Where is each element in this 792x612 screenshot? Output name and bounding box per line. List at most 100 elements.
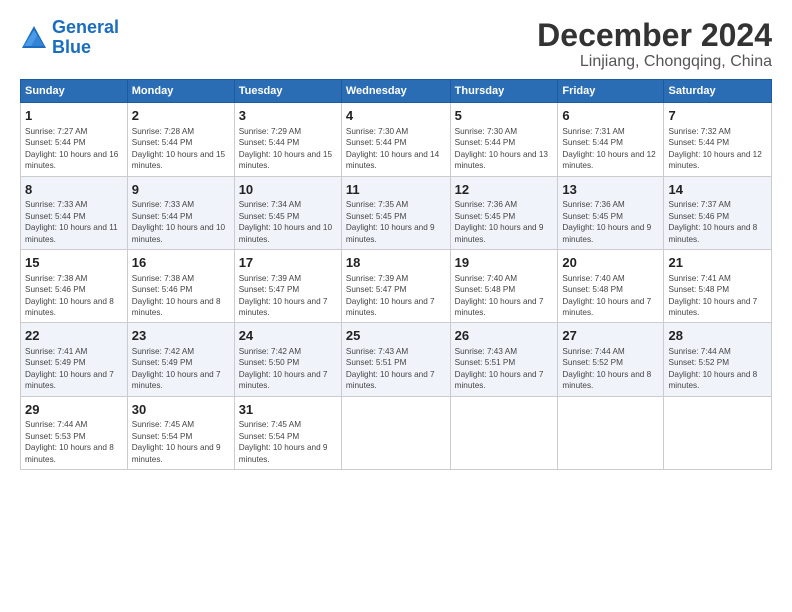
table-cell: 30Sunrise: 7:45 AMSunset: 5:54 PMDayligh… xyxy=(127,396,234,469)
day-number: 13 xyxy=(562,181,659,199)
day-info: Sunrise: 7:39 AMSunset: 5:47 PMDaylight:… xyxy=(346,274,435,317)
day-number: 4 xyxy=(346,107,446,125)
day-info: Sunrise: 7:28 AMSunset: 5:44 PMDaylight:… xyxy=(132,127,225,170)
header-thursday: Thursday xyxy=(450,80,558,103)
table-cell: 20 Sunrise: 7:40 AMSunset: 5:48 PMDayligh… xyxy=(558,250,664,323)
day-number: 1 xyxy=(25,107,123,125)
table-cell: 25 Sunrise: 7:43 AMSunset: 5:51 PMDayligh… xyxy=(341,323,450,396)
header-saturday: Saturday xyxy=(664,80,772,103)
table-cell xyxy=(664,396,772,469)
day-info: Sunrise: 7:40 AMSunset: 5:48 PMDaylight:… xyxy=(562,274,651,317)
day-info: Sunrise: 7:36 AMSunset: 5:45 PMDaylight:… xyxy=(562,200,651,243)
table-cell xyxy=(450,396,558,469)
day-number: 28 xyxy=(668,327,767,345)
table-cell: 1 Sunrise: 7:27 AMSunset: 5:44 PMDaylight… xyxy=(21,103,128,176)
day-number: 2 xyxy=(132,107,230,125)
table-cell: 11Sunrise: 7:35 AMSunset: 5:45 PMDayligh… xyxy=(341,176,450,249)
day-number: 7 xyxy=(668,107,767,125)
week-row-2: 8Sunrise: 7:33 AMSunset: 5:44 PMDaylight… xyxy=(21,176,772,249)
day-number: 24 xyxy=(239,327,337,345)
table-cell: 10Sunrise: 7:34 AMSunset: 5:45 PMDayligh… xyxy=(234,176,341,249)
table-cell: 3 Sunrise: 7:29 AMSunset: 5:44 PMDaylight… xyxy=(234,103,341,176)
table-cell: 24 Sunrise: 7:42 AMSunset: 5:50 PMDayligh… xyxy=(234,323,341,396)
day-number: 19 xyxy=(455,254,554,272)
day-number: 25 xyxy=(346,327,446,345)
day-info: Sunrise: 7:43 AMSunset: 5:51 PMDaylight:… xyxy=(346,347,435,390)
day-number: 16 xyxy=(132,254,230,272)
table-cell: 31Sunrise: 7:45 AMSunset: 5:54 PMDayligh… xyxy=(234,396,341,469)
day-info: Sunrise: 7:38 AMSunset: 5:46 PMDaylight:… xyxy=(25,274,114,317)
day-number: 9 xyxy=(132,181,230,199)
header: General Blue December 2024 Linjiang, Cho… xyxy=(20,18,772,71)
table-cell: 13Sunrise: 7:36 AMSunset: 5:45 PMDayligh… xyxy=(558,176,664,249)
day-number: 21 xyxy=(668,254,767,272)
day-info: Sunrise: 7:27 AMSunset: 5:44 PMDaylight:… xyxy=(25,127,118,170)
day-number: 27 xyxy=(562,327,659,345)
day-info: Sunrise: 7:29 AMSunset: 5:44 PMDaylight:… xyxy=(239,127,332,170)
day-info: Sunrise: 7:31 AMSunset: 5:44 PMDaylight:… xyxy=(562,127,655,170)
calendar-title: December 2024 xyxy=(537,18,772,53)
day-number: 17 xyxy=(239,254,337,272)
calendar-table: Sunday Monday Tuesday Wednesday Thursday… xyxy=(20,79,772,470)
table-cell: 22Sunrise: 7:41 AMSunset: 5:49 PMDayligh… xyxy=(21,323,128,396)
day-number: 31 xyxy=(239,401,337,419)
table-cell: 7Sunrise: 7:32 AMSunset: 5:44 PMDaylight… xyxy=(664,103,772,176)
table-cell: 17 Sunrise: 7:39 AMSunset: 5:47 PMDayligh… xyxy=(234,250,341,323)
day-number: 20 xyxy=(562,254,659,272)
table-cell: 28 Sunrise: 7:44 AMSunset: 5:52 PMDayligh… xyxy=(664,323,772,396)
day-info: Sunrise: 7:41 AMSunset: 5:49 PMDaylight:… xyxy=(25,347,114,390)
table-cell: 18Sunrise: 7:39 AMSunset: 5:47 PMDayligh… xyxy=(341,250,450,323)
day-number: 3 xyxy=(239,107,337,125)
table-cell: 29Sunrise: 7:44 AMSunset: 5:53 PMDayligh… xyxy=(21,396,128,469)
header-sunday: Sunday xyxy=(21,80,128,103)
table-cell: 8Sunrise: 7:33 AMSunset: 5:44 PMDaylight… xyxy=(21,176,128,249)
table-cell: 19 Sunrise: 7:40 AMSunset: 5:48 PMDayligh… xyxy=(450,250,558,323)
day-info: Sunrise: 7:30 AMSunset: 5:44 PMDaylight:… xyxy=(346,127,439,170)
table-cell: 16Sunrise: 7:38 AMSunset: 5:46 PMDayligh… xyxy=(127,250,234,323)
day-info: Sunrise: 7:30 AMSunset: 5:44 PMDaylight:… xyxy=(455,127,548,170)
day-number: 14 xyxy=(668,181,767,199)
weekday-header-row: Sunday Monday Tuesday Wednesday Thursday… xyxy=(21,80,772,103)
logo-line2: Blue xyxy=(52,37,91,57)
day-number: 11 xyxy=(346,181,446,199)
day-info: Sunrise: 7:41 AMSunset: 5:48 PMDaylight:… xyxy=(668,274,757,317)
day-info: Sunrise: 7:44 AMSunset: 5:52 PMDaylight:… xyxy=(668,347,757,390)
day-number: 12 xyxy=(455,181,554,199)
day-info: Sunrise: 7:45 AMSunset: 5:54 PMDaylight:… xyxy=(132,420,221,463)
table-cell: 9Sunrise: 7:33 AMSunset: 5:44 PMDaylight… xyxy=(127,176,234,249)
day-number: 30 xyxy=(132,401,230,419)
header-tuesday: Tuesday xyxy=(234,80,341,103)
day-info: Sunrise: 7:36 AMSunset: 5:45 PMDaylight:… xyxy=(455,200,544,243)
logo: General Blue xyxy=(20,18,119,58)
day-info: Sunrise: 7:40 AMSunset: 5:48 PMDaylight:… xyxy=(455,274,544,317)
day-info: Sunrise: 7:43 AMSunset: 5:51 PMDaylight:… xyxy=(455,347,544,390)
week-row-3: 15Sunrise: 7:38 AMSunset: 5:46 PMDayligh… xyxy=(21,250,772,323)
day-info: Sunrise: 7:45 AMSunset: 5:54 PMDaylight:… xyxy=(239,420,328,463)
table-cell: 2 Sunrise: 7:28 AMSunset: 5:44 PMDaylight… xyxy=(127,103,234,176)
day-number: 5 xyxy=(455,107,554,125)
day-info: Sunrise: 7:42 AMSunset: 5:50 PMDaylight:… xyxy=(239,347,328,390)
day-info: Sunrise: 7:42 AMSunset: 5:49 PMDaylight:… xyxy=(132,347,221,390)
day-info: Sunrise: 7:33 AMSunset: 5:44 PMDaylight:… xyxy=(132,200,225,243)
logo-line1: General xyxy=(52,17,119,37)
table-cell: 15Sunrise: 7:38 AMSunset: 5:46 PMDayligh… xyxy=(21,250,128,323)
table-cell: 12Sunrise: 7:36 AMSunset: 5:45 PMDayligh… xyxy=(450,176,558,249)
day-info: Sunrise: 7:34 AMSunset: 5:45 PMDaylight:… xyxy=(239,200,332,243)
header-friday: Friday xyxy=(558,80,664,103)
table-cell: 14Sunrise: 7:37 AMSunset: 5:46 PMDayligh… xyxy=(664,176,772,249)
day-number: 29 xyxy=(25,401,123,419)
day-number: 23 xyxy=(132,327,230,345)
week-row-4: 22Sunrise: 7:41 AMSunset: 5:49 PMDayligh… xyxy=(21,323,772,396)
day-info: Sunrise: 7:39 AMSunset: 5:47 PMDaylight:… xyxy=(239,274,328,317)
header-monday: Monday xyxy=(127,80,234,103)
header-wednesday: Wednesday xyxy=(341,80,450,103)
logo-icon xyxy=(20,24,48,52)
week-row-5: 29Sunrise: 7:44 AMSunset: 5:53 PMDayligh… xyxy=(21,396,772,469)
table-cell: 21 Sunrise: 7:41 AMSunset: 5:48 PMDayligh… xyxy=(664,250,772,323)
week-row-1: 1 Sunrise: 7:27 AMSunset: 5:44 PMDaylight… xyxy=(21,103,772,176)
table-cell xyxy=(558,396,664,469)
day-info: Sunrise: 7:33 AMSunset: 5:44 PMDaylight:… xyxy=(25,200,118,243)
page: General Blue December 2024 Linjiang, Cho… xyxy=(0,0,792,612)
day-info: Sunrise: 7:44 AMSunset: 5:52 PMDaylight:… xyxy=(562,347,651,390)
table-cell: 5 Sunrise: 7:30 AMSunset: 5:44 PMDaylight… xyxy=(450,103,558,176)
